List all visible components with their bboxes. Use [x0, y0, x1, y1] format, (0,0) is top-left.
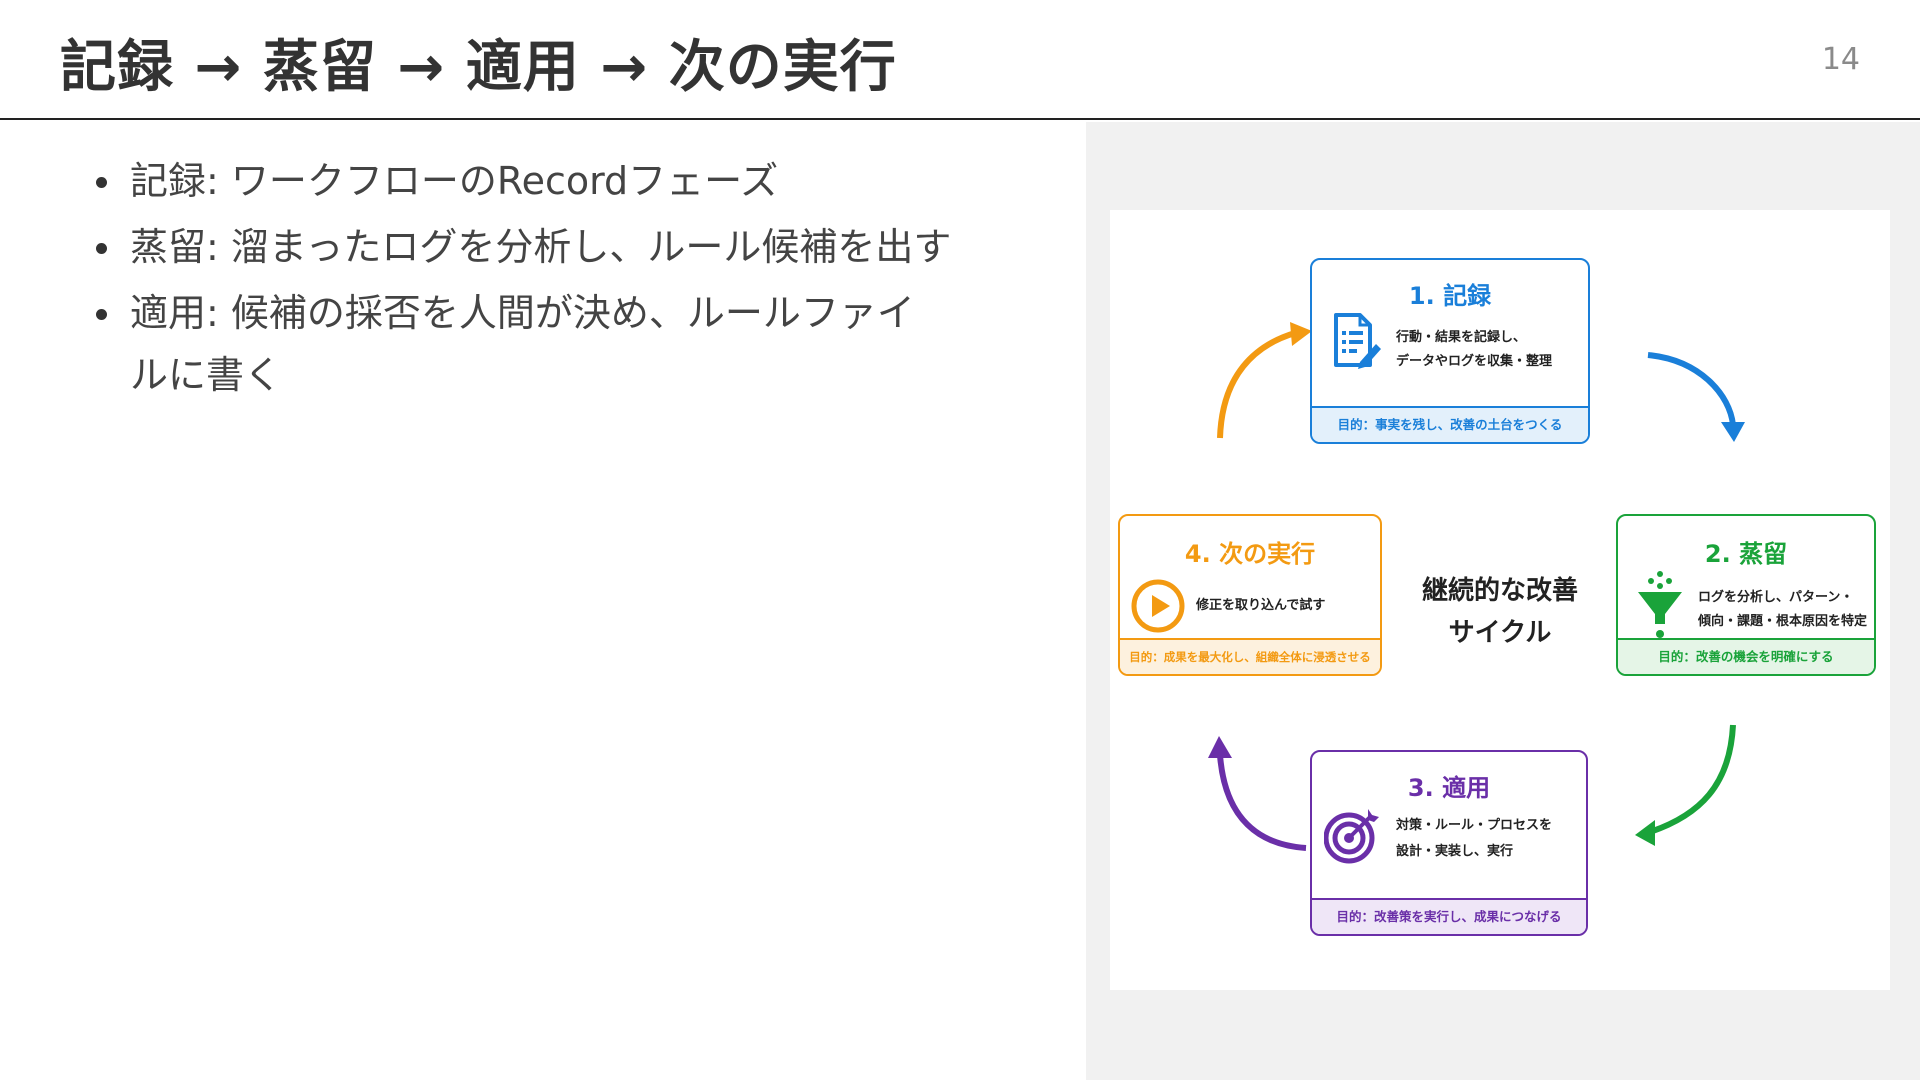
stage-next-run-desc-1: 修正を取り込んで試す: [1196, 598, 1326, 613]
stage-record-purpose: 目的：事実を残し、改善の土台をつくる: [1312, 406, 1588, 442]
cycle-center-line-2: サイクル: [1448, 618, 1552, 648]
stage-record-title: 1. 記録: [1408, 282, 1492, 310]
cycle-diagram: 1. 記録 行動・結果を記録し、 データやログを収集・整理 目的：事実を残し、改…: [1110, 210, 1890, 990]
stage-distill-desc-2: 傾向・課題・根本原因を特定: [1698, 614, 1868, 629]
stage-next-run-purpose: 目的：成果を最大化し、組織全体に浸透させる: [1120, 638, 1380, 674]
bullet-dot: [96, 177, 107, 188]
stage-distill-title: 2. 蒸留: [1704, 540, 1788, 568]
stage-apply-desc-2: 設計・実装し、実行: [1396, 844, 1514, 859]
stage-next-run-title: 4. 次の実行: [1184, 540, 1316, 568]
stage-next-run-box: 4. 次の実行 修正を取り込んで試す 目的：成果を最大化し、組織全体に浸透させる: [1118, 514, 1382, 676]
stage-record-desc-1: 行動・結果を記録し、: [1396, 330, 1527, 345]
bullet-dot: [96, 243, 107, 254]
stage-apply-purpose: 目的：改善策を実行し、成果につなげる: [1312, 898, 1586, 934]
bullet-text: 適用: 候補の採否を人間が決め、ルールファイルに書く: [130, 291, 915, 397]
stage-distill-desc-1: ログを分析し、パターン・: [1698, 590, 1854, 605]
bullet-item-apply: 適用: 候補の採否を人間が決め、ルールファイルに書く: [92, 282, 952, 406]
arrow-head-purple: [1208, 736, 1232, 758]
stage-record-desc-2: データやログを収集・整理: [1396, 354, 1553, 369]
figure-panel: 1. 記録 行動・結果を記録し、 データやログを収集・整理 目的：事実を残し、改…: [1086, 122, 1920, 1080]
arrow-next-to-record: [1217, 330, 1296, 439]
arrow-record-to-distill: [1647, 352, 1736, 426]
arrow-apply-to-next: [1217, 754, 1307, 851]
slide-title: 記録 → 蒸留 → 適用 → 次の実行: [60, 35, 897, 100]
stage-apply-desc-1: 対策・ルール・プロセスを: [1396, 818, 1553, 833]
stage-distill-purpose: 目的：改善の機会を明確にする: [1618, 638, 1874, 674]
slide-header: 記録 → 蒸留 → 適用 → 次の実行 14: [0, 0, 1920, 120]
stage-record-box: 1. 記録 行動・結果を記録し、 データやログを収集・整理 目的：事実を残し、改…: [1310, 258, 1590, 444]
stage-distill-box: 2. 蒸留 ログを分析し、パターン・ 傾向・課題・根本原因を特定 目的：改善の機…: [1616, 514, 1876, 676]
arrow-head-orange: [1290, 322, 1312, 346]
bullet-dot: [96, 309, 107, 320]
bullet-list: 記録: ワークフローのRecordフェーズ 蒸留: 溜まったログを分析し、ルール…: [92, 150, 952, 410]
stage-apply-box: 3. 適用 対策・ルール・プロセスを 設計・実装し、実行 目的：改善策を実行し、…: [1310, 750, 1588, 936]
arrow-head-green: [1635, 820, 1655, 846]
bullet-text: 蒸留: 溜まったログを分析し、ルール候補を出す: [130, 225, 952, 269]
cycle-center-line-1: 継続的な改善: [1421, 576, 1578, 606]
bullet-item-record: 記録: ワークフローのRecordフェーズ: [92, 150, 952, 212]
cycle-center-label: 継続的な改善 サイクル: [1400, 570, 1600, 654]
bullet-text: 記録: ワークフローのRecordフェーズ: [130, 159, 779, 203]
slide: 記録 → 蒸留 → 適用 → 次の実行 14 記録: ワークフローのRecord…: [0, 0, 1920, 1080]
bullet-item-distill: 蒸留: 溜まったログを分析し、ルール候補を出す: [92, 216, 952, 278]
arrow-distill-to-apply: [1649, 724, 1736, 835]
arrow-head-blue: [1721, 422, 1745, 442]
stage-apply-title: 3. 適用: [1407, 774, 1491, 802]
page-number: 14: [1821, 42, 1860, 77]
